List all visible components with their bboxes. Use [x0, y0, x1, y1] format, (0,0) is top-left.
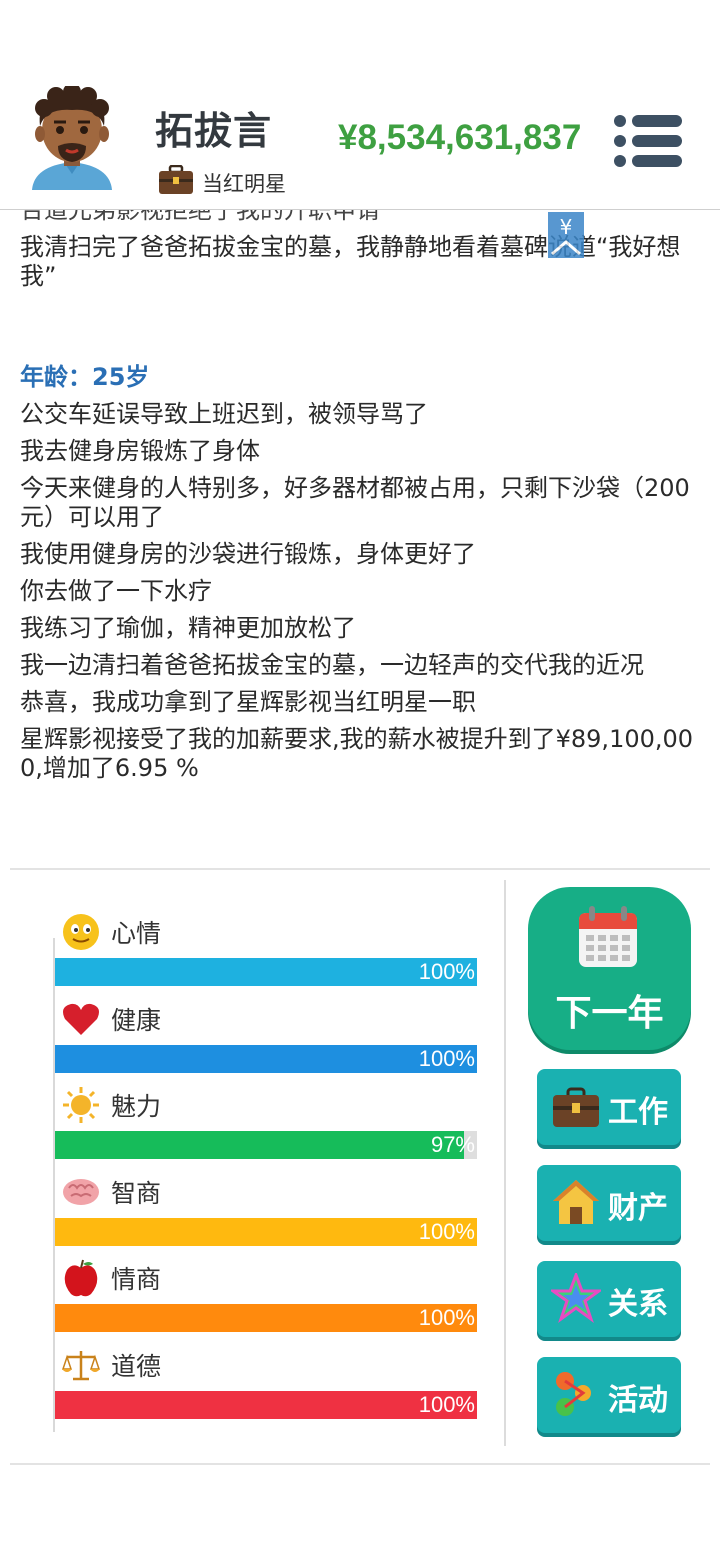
stat-bar-fill [55, 958, 477, 986]
star-icon [551, 1273, 601, 1323]
log-entry: 我清扫完了爸爸拓拔金宝的墓，我静静地看着墓碑说道“我好想我” [20, 233, 681, 290]
next-year-button[interactable]: 下一年 [528, 887, 691, 1050]
log-entry: 我使用健身房的沙袋进行锻炼，身体更好了 [20, 540, 476, 568]
stat-bar-track: 97% [55, 1131, 477, 1159]
stat-name: 健康 [111, 1005, 162, 1035]
stat-label-row: 心情 [61, 912, 161, 952]
stat-name: 情商 [111, 1265, 162, 1294]
stat-row: 智商 100% [55, 1172, 477, 1246]
stat-name: 心情 [111, 919, 162, 948]
panel-divider [504, 880, 506, 1446]
yen-scroll-up-icon[interactable]: ¥ [548, 212, 584, 258]
avatar-icon[interactable] [28, 86, 116, 194]
relationship-label: 关系 [608, 1287, 668, 1322]
stat-label-row: 健康 [61, 999, 161, 1039]
stat-value: 100% [418, 959, 475, 984]
stat-label-row: 情商 [61, 1258, 161, 1298]
event-log[interactable]: 合道兄弟影视拒绝了我的升职申请 我清扫完了爸爸拓拔金宝的墓，我静静地看着墓碑说道… [0, 210, 720, 868]
apple-icon [64, 1259, 98, 1297]
log-entry: 今天来健身的人特别多，好多器材都被占用，只剩下沙袋（200元）可以用了 [20, 474, 690, 531]
next-year-label: 下一年 [555, 993, 664, 1034]
stat-bar-fill [55, 1217, 477, 1246]
house-icon [553, 1180, 599, 1224]
scales-icon [61, 1350, 101, 1380]
work-button[interactable]: 工作 [537, 1069, 681, 1145]
stat-name: 道德 [111, 1351, 162, 1381]
activity-label: 活动 [608, 1383, 668, 1418]
log-entry: 星辉影视接受了我的加薪要求,我的薪水被提升到了¥89,100,000,增加了6.… [20, 725, 694, 782]
log-entry: 合道兄弟影视拒绝了我的升职申请 [20, 210, 380, 224]
stat-bar-fill [55, 1304, 477, 1332]
stat-value: 100% [418, 1391, 475, 1417]
briefcase-icon [553, 1087, 599, 1127]
age-heading: 年龄：25岁 [20, 363, 150, 391]
stat-label-row: 道德 [61, 1345, 161, 1385]
stat-label-row: 魅力 [61, 1085, 161, 1125]
activity-button[interactable]: 活动 [537, 1357, 681, 1433]
brain-icon [63, 1178, 99, 1205]
log-entry: 我一边清扫着爸爸拓拔金宝的墓，一边轻声的交代我的近况 [20, 651, 644, 679]
heart-icon [63, 1003, 99, 1035]
stat-row: 道德 100% [55, 1345, 477, 1419]
stat-value: 100% [418, 1045, 475, 1071]
log-divider [10, 868, 710, 870]
menu-icon[interactable] [612, 112, 684, 170]
stat-bar-track: 100% [55, 1390, 477, 1419]
stat-value: 100% [418, 1218, 475, 1244]
job-badge: 当红明星 [158, 164, 286, 196]
log-entry: 恭喜，我成功拿到了星辉影视当红明星一职 [20, 688, 476, 716]
stat-bar-fill [55, 1390, 477, 1419]
stat-bar-track: 100% [55, 1044, 477, 1073]
stat-bar-fill [55, 1131, 464, 1159]
stat-name: 智商 [111, 1178, 162, 1208]
player-name: 拓拔言 [155, 109, 273, 153]
stat-bar-fill [55, 1044, 477, 1073]
work-label: 工作 [608, 1095, 668, 1130]
log-entry: 我练习了瑜伽，精神更加放松了 [20, 614, 356, 642]
stat-row: 心情 100% [55, 912, 477, 986]
calendar-icon [579, 906, 637, 967]
briefcase-icon [159, 165, 193, 194]
sun-icon [63, 1087, 99, 1123]
log-entry: 你去做了一下水疗 [20, 577, 212, 605]
activity-icon [556, 1372, 591, 1416]
property-label: 财产 [608, 1191, 668, 1226]
property-button[interactable]: 财产 [537, 1165, 681, 1241]
stat-row: 情商 100% [55, 1258, 477, 1332]
stat-row: 健康 100% [55, 999, 477, 1073]
money-balance: ¥8,534,631,837 [338, 118, 582, 157]
relationship-button[interactable]: 关系 [537, 1261, 681, 1337]
stat-bar-track: 100% [55, 1217, 477, 1246]
bottom-divider [10, 1463, 710, 1465]
stat-value: 100% [418, 1305, 475, 1330]
log-entry: 公交车延误导致上班迟到，被领导骂了 [20, 400, 428, 428]
header-bar: 拓拔言 当红明星 ¥8,534,631,837 [0, 0, 720, 210]
job-title: 当红明星 [202, 172, 286, 196]
smiley-icon [63, 914, 99, 950]
svg-text:¥: ¥ [560, 215, 573, 239]
stat-bar-track: 100% [55, 958, 477, 986]
stat-name: 魅力 [111, 1092, 162, 1121]
stat-label-row: 智商 [61, 1172, 161, 1212]
stat-value: 97% [430, 1132, 475, 1157]
log-entry: 我去健身房锻炼了身体 [20, 437, 260, 465]
stat-row: 魅力 97% [55, 1085, 477, 1159]
stat-bar-track: 100% [55, 1304, 477, 1332]
